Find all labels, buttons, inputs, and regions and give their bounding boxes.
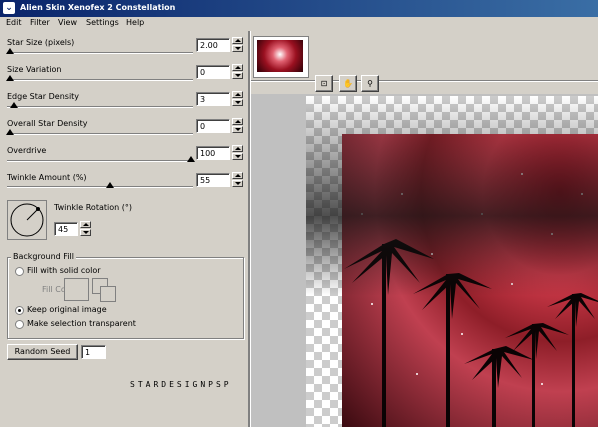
preview-area[interactable]	[251, 94, 598, 427]
group-title: Background Fill	[11, 252, 76, 261]
value-field[interactable]: 0	[196, 119, 230, 133]
magnifier-icon[interactable]: ⚲	[361, 75, 379, 92]
radio-make-transparent[interactable]	[15, 320, 24, 329]
toolbar-separator	[251, 80, 598, 82]
title-bar: ⌄ Alien Skin Xenofex 2 Constellation	[0, 0, 598, 17]
edge-fade-overlay	[306, 96, 598, 296]
rotation-field[interactable]: 45	[54, 222, 78, 236]
spinner[interactable]	[232, 172, 243, 188]
spinner[interactable]	[232, 118, 243, 134]
menu-filter[interactable]: Filter	[30, 18, 50, 27]
slider-thumb[interactable]	[106, 182, 114, 188]
spinner[interactable]	[232, 37, 243, 53]
value-field[interactable]: 3	[196, 92, 230, 106]
menu-help[interactable]: Help	[126, 18, 144, 27]
slider-label: Size Variation	[7, 65, 62, 74]
slider-thumb[interactable]	[6, 48, 14, 54]
slider-thumb[interactable]	[6, 75, 14, 81]
radio-label[interactable]: Fill with solid color	[27, 266, 101, 275]
menu-view[interactable]: View	[58, 18, 77, 27]
slider-label: Overall Star Density	[7, 119, 88, 128]
slider-track[interactable]	[7, 106, 193, 108]
spinner[interactable]	[232, 145, 243, 161]
random-seed-field[interactable]: 1	[81, 345, 106, 359]
slider-thumb[interactable]	[187, 156, 195, 162]
hand-icon[interactable]: ✋	[339, 75, 357, 92]
menu-edit[interactable]: Edit	[6, 18, 22, 27]
value-field[interactable]: 100	[196, 146, 230, 160]
dial-graphic	[10, 203, 44, 237]
slider-label: Overdrive	[7, 146, 47, 155]
radio-fill-solid[interactable]	[15, 267, 24, 276]
radio-keep-original[interactable]	[15, 306, 24, 315]
watermark-text: STARDESIGNPSP	[130, 380, 232, 389]
thumbnail-preview[interactable]	[253, 36, 309, 78]
slider-track[interactable]	[7, 79, 193, 81]
fill-color-preview	[92, 278, 116, 302]
menu-bar: Edit Filter View Settings Help	[0, 17, 598, 31]
spinner[interactable]	[232, 64, 243, 80]
thumbnail-image	[257, 40, 303, 72]
preview-zoom-fit-icon[interactable]: ⊡	[315, 75, 333, 92]
slider-label: Star Size (pixels)	[7, 38, 75, 47]
slider-label: Twinkle Amount (%)	[7, 173, 87, 182]
value-field[interactable]: 55	[196, 173, 230, 187]
slider-track[interactable]	[7, 160, 193, 162]
menu-settings[interactable]: Settings	[86, 18, 119, 27]
window-title: Alien Skin Xenofex 2 Constellation	[20, 3, 176, 12]
slider-track[interactable]	[7, 52, 193, 54]
random-seed-button[interactable]: Random Seed	[7, 344, 78, 360]
slider-label: Edge Star Density	[7, 92, 80, 101]
rotation-spinner[interactable]	[80, 221, 91, 237]
fill-color-swatch[interactable]	[64, 278, 89, 301]
rotation-label: Twinkle Rotation (°)	[54, 203, 132, 212]
slider-thumb[interactable]	[10, 102, 18, 108]
slider-track[interactable]	[7, 133, 193, 135]
spinner[interactable]	[232, 91, 243, 107]
value-field[interactable]: 0	[196, 65, 230, 79]
radio-label[interactable]: Keep original image	[27, 305, 107, 314]
value-field[interactable]: 2.00	[196, 38, 230, 52]
radio-label[interactable]: Make selection transparent	[27, 319, 136, 328]
slider-thumb[interactable]	[6, 129, 14, 135]
app-icon[interactable]: ⌄	[3, 2, 15, 14]
slider-track[interactable]	[7, 186, 193, 188]
rotation-dial[interactable]	[7, 200, 47, 240]
